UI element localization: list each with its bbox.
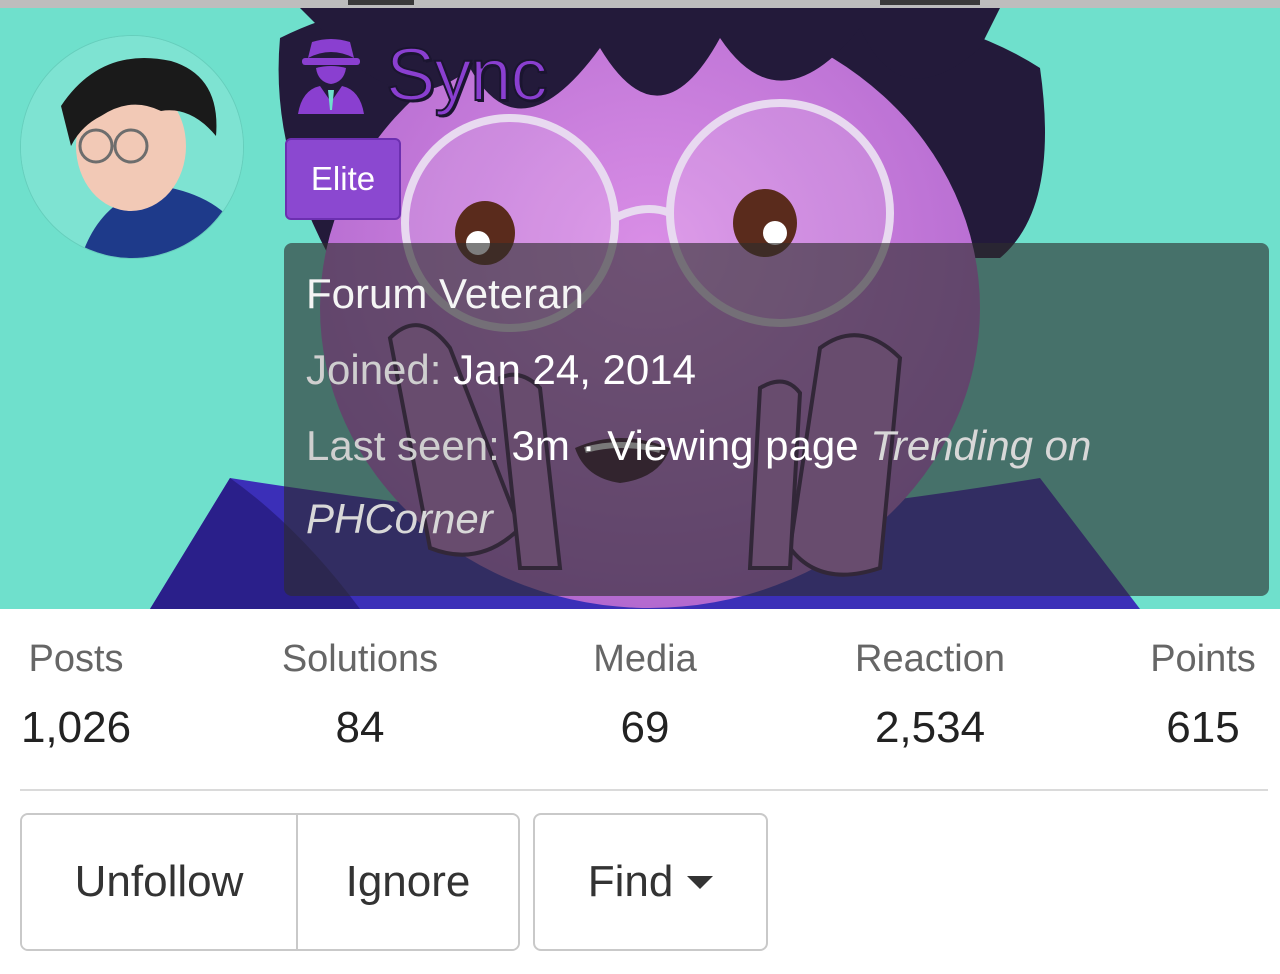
stat-media[interactable]: Media 69 xyxy=(565,640,725,750)
stat-value: 1,026 xyxy=(20,703,132,752)
username[interactable]: Sync xyxy=(385,37,549,113)
last-seen-label: Last seen: xyxy=(306,422,500,469)
stat-reaction[interactable]: Reaction 2,534 xyxy=(830,640,1030,750)
user-title: Forum Veteran xyxy=(306,270,584,317)
stat-label: Posts xyxy=(28,638,124,680)
separator: · xyxy=(581,422,596,469)
stat-value: 69 xyxy=(620,703,670,752)
find-button-label: Find xyxy=(587,857,674,906)
profile-info-box: Forum Veteran Joined: Jan 24, 2014 Last … xyxy=(284,243,1269,596)
joined-line: Joined: Jan 24, 2014 xyxy=(306,349,1247,391)
stat-label: Reaction xyxy=(855,638,1005,680)
find-button[interactable]: Find xyxy=(533,813,768,951)
stat-solutions[interactable]: Solutions 84 xyxy=(260,640,460,750)
follow-ignore-group: Unfollow Ignore xyxy=(20,813,520,951)
stat-value: 84 xyxy=(335,703,385,752)
stats-row: Posts 1,026 Solutions 84 Media 69 Reacti… xyxy=(20,640,1268,770)
activity-page-link-continued[interactable]: PHCorner xyxy=(306,483,1247,555)
avatar[interactable] xyxy=(21,36,243,258)
divider xyxy=(20,789,1268,791)
last-seen-line: Last seen: 3m · Viewing page Trending on xyxy=(306,425,1247,467)
spy-icon xyxy=(298,39,364,114)
top-strip xyxy=(0,0,1280,8)
joined-value: Jan 24, 2014 xyxy=(453,346,696,393)
caret-down-icon xyxy=(687,875,714,889)
stat-label: Media xyxy=(593,638,697,680)
activity-page-link[interactable]: Trending on xyxy=(870,422,1091,469)
last-seen-value: 3m xyxy=(511,422,570,469)
profile-banner: Sync Elite Forum Veteran Joined: Jan 24,… xyxy=(0,8,1280,609)
stat-value: 2,534 xyxy=(874,703,986,752)
stat-points[interactable]: Points 615 xyxy=(1138,640,1268,750)
ignore-button[interactable]: Ignore xyxy=(296,815,518,949)
unfollow-button[interactable]: Unfollow xyxy=(22,815,296,949)
activity-label: Viewing page xyxy=(607,422,859,469)
user-badge: Elite xyxy=(285,138,401,220)
name-row: Sync xyxy=(296,30,549,120)
stat-label: Points xyxy=(1150,638,1256,680)
avatar-image xyxy=(21,36,243,258)
stat-posts[interactable]: Posts 1,026 xyxy=(20,640,132,750)
stat-value: 615 xyxy=(1166,703,1240,752)
joined-label: Joined: xyxy=(306,346,442,393)
stat-label: Solutions xyxy=(281,638,439,680)
